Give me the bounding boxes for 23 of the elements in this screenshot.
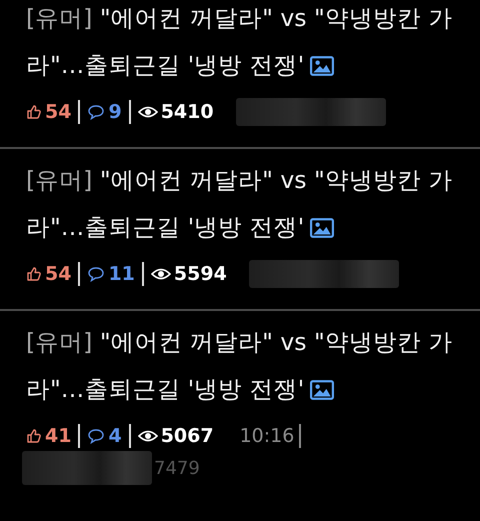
- view-count: 5067: [160, 425, 214, 447]
- comment-count: 9: [108, 101, 122, 123]
- post-time: 10:16: [240, 425, 294, 447]
- comment-count: 4: [108, 425, 122, 447]
- eye-icon: [150, 267, 171, 281]
- author-text: 7479: [154, 458, 200, 478]
- post-title[interactable]: [유머] "에어컨 꺼달라" vs "약냉방칸 가라"…출퇴근길 '냉방 전쟁': [26, 319, 458, 413]
- thumbs-up-icon: [26, 104, 42, 120]
- post-title[interactable]: [유머] "에어컨 꺼달라" vs "약냉방칸 가라"…출퇴근길 '냉방 전쟁': [26, 0, 458, 89]
- thumbs-up-icon: [26, 266, 42, 282]
- comment-count: 11: [108, 263, 135, 285]
- view-count: 5410: [160, 101, 214, 123]
- like-count: 54: [45, 101, 72, 123]
- thumbs-up-icon: [26, 428, 42, 444]
- eye-icon: [138, 429, 158, 443]
- speech-bubble-icon: [87, 266, 106, 282]
- eye-icon: [138, 105, 158, 119]
- like-count: 41: [45, 425, 72, 447]
- view-count: 5594: [174, 263, 227, 285]
- post-title[interactable]: [유머] "에어컨 꺼달라" vs "약냉방칸 가라"…출퇴근길 '냉방 전쟁': [26, 157, 458, 251]
- speech-bubble-icon: [87, 104, 106, 120]
- speech-bubble-icon: [87, 428, 106, 444]
- like-count: 54: [45, 263, 72, 285]
